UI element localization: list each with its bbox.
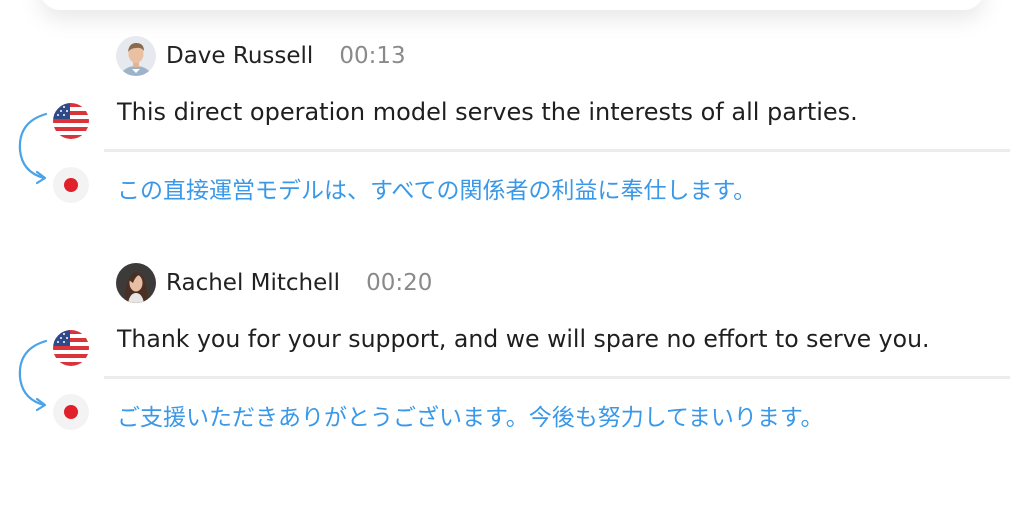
speaker-row: Dave Russell 00:13 (116, 36, 406, 76)
top-card-edge (40, 0, 984, 10)
source-text: Thank you for your support, and we will … (117, 325, 930, 353)
avatar[interactable] (116, 263, 156, 303)
translation-arrow-icon (18, 112, 48, 185)
us-flag-icon (53, 103, 89, 139)
timestamp: 00:20 (366, 270, 433, 296)
translated-text: ご支援いただきありがとうございます。今後も努力してまいります。 (117, 405, 824, 431)
japan-flag-icon (53, 167, 89, 203)
avatar[interactable] (116, 36, 156, 76)
speaker-name: Rachel Mitchell (166, 270, 341, 296)
us-flag-icon (53, 330, 89, 366)
timestamp: 00:13 (339, 43, 406, 69)
translated-text: この直接運営モデルは、すべての関係者の利益に奉仕します。 (117, 178, 757, 204)
japan-flag-icon (53, 394, 89, 430)
speaker-row: Rachel Mitchell 00:20 (116, 263, 432, 303)
translation-arrow-icon (18, 339, 48, 412)
divider (104, 376, 1010, 379)
transcript-panel: Dave Russell 00:13 This direct operation… (0, 0, 1024, 505)
divider (104, 149, 1010, 152)
source-text: This direct operation model serves the i… (117, 98, 858, 126)
speaker-name: Dave Russell (166, 43, 314, 69)
